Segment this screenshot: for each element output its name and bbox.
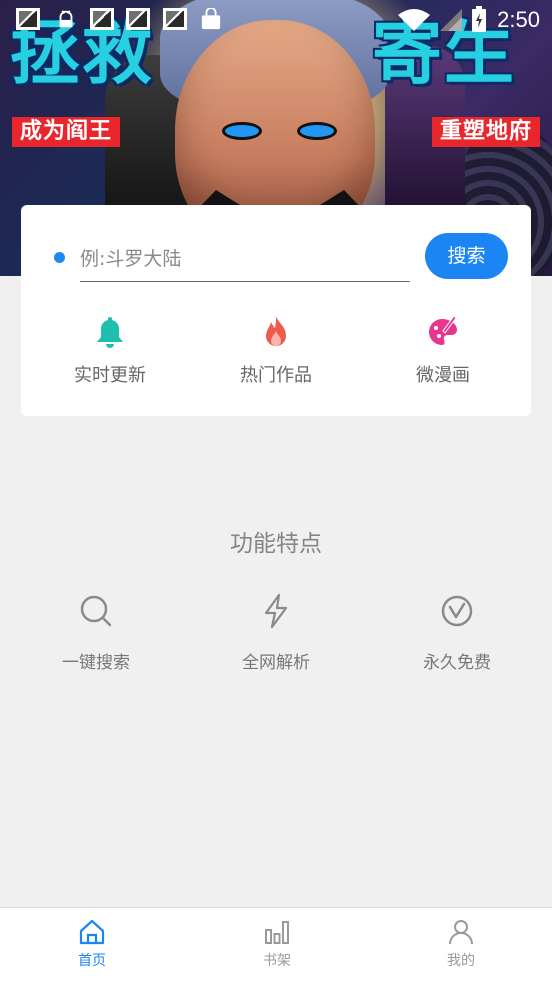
status-bar: 2:50 xyxy=(0,0,552,40)
nav-item-home[interactable]: 首页 xyxy=(42,918,142,970)
banner-character-eye xyxy=(225,125,259,137)
battery-charging-icon xyxy=(472,6,486,32)
bookshelf-icon xyxy=(265,921,289,944)
nav-label: 首页 xyxy=(78,953,106,969)
features-title: 功能特点 xyxy=(230,531,322,557)
quick-link-realtime-update[interactable]: 实时更新 xyxy=(45,315,175,395)
nav-item-bookshelf[interactable]: 书架 xyxy=(227,918,327,970)
quick-link-label: 实时更新 xyxy=(74,365,146,386)
nav-label: 书架 xyxy=(263,953,291,969)
search-indicator-dot xyxy=(54,252,65,263)
image-notification-icon xyxy=(126,8,150,30)
search-icon xyxy=(80,595,112,627)
feature-free-forever: 永久免费 xyxy=(392,592,522,673)
bag-notification-icon xyxy=(201,8,221,30)
home-icon xyxy=(79,919,105,945)
image-notification-icon xyxy=(90,8,114,30)
check-circle-icon xyxy=(441,595,473,627)
bell-icon xyxy=(97,317,123,348)
quick-link-label: 微漫画 xyxy=(416,365,470,386)
feature-full-network-parse: 全网解析 xyxy=(211,592,341,673)
search-card: 搜索 实时更新 热门作品 微漫画 xyxy=(21,205,531,416)
quick-link-hot-works[interactable]: 热门作品 xyxy=(211,315,341,395)
quick-link-micro-comics[interactable]: 微漫画 xyxy=(378,315,508,395)
search-input[interactable] xyxy=(80,237,410,282)
feature-label: 永久免费 xyxy=(423,653,491,673)
android-notification-icon xyxy=(59,10,73,28)
profile-icon xyxy=(449,920,473,945)
flame-icon xyxy=(266,316,286,346)
palette-icon xyxy=(429,315,457,345)
feature-label: 全网解析 xyxy=(242,653,310,673)
banner-character-eye xyxy=(300,125,334,137)
nav-label: 我的 xyxy=(447,953,475,969)
wifi-icon xyxy=(398,9,430,31)
image-notification-icon xyxy=(163,8,187,30)
search-button[interactable]: 搜索 xyxy=(425,233,508,279)
image-notification-icon xyxy=(16,8,40,30)
lightning-icon xyxy=(264,593,288,629)
feature-one-click-search: 一键搜索 xyxy=(31,592,161,673)
bottom-nav: 首页 书架 我的 xyxy=(0,907,552,982)
signal-icon xyxy=(440,9,462,31)
banner-tag-right: 重塑地府 xyxy=(432,117,541,147)
status-time: 2:50 xyxy=(497,7,540,32)
quick-link-label: 热门作品 xyxy=(240,365,312,386)
nav-item-profile[interactable]: 我的 xyxy=(411,918,511,970)
banner-tag-left: 成为阎王 xyxy=(12,117,121,147)
feature-label: 一键搜索 xyxy=(62,653,130,673)
